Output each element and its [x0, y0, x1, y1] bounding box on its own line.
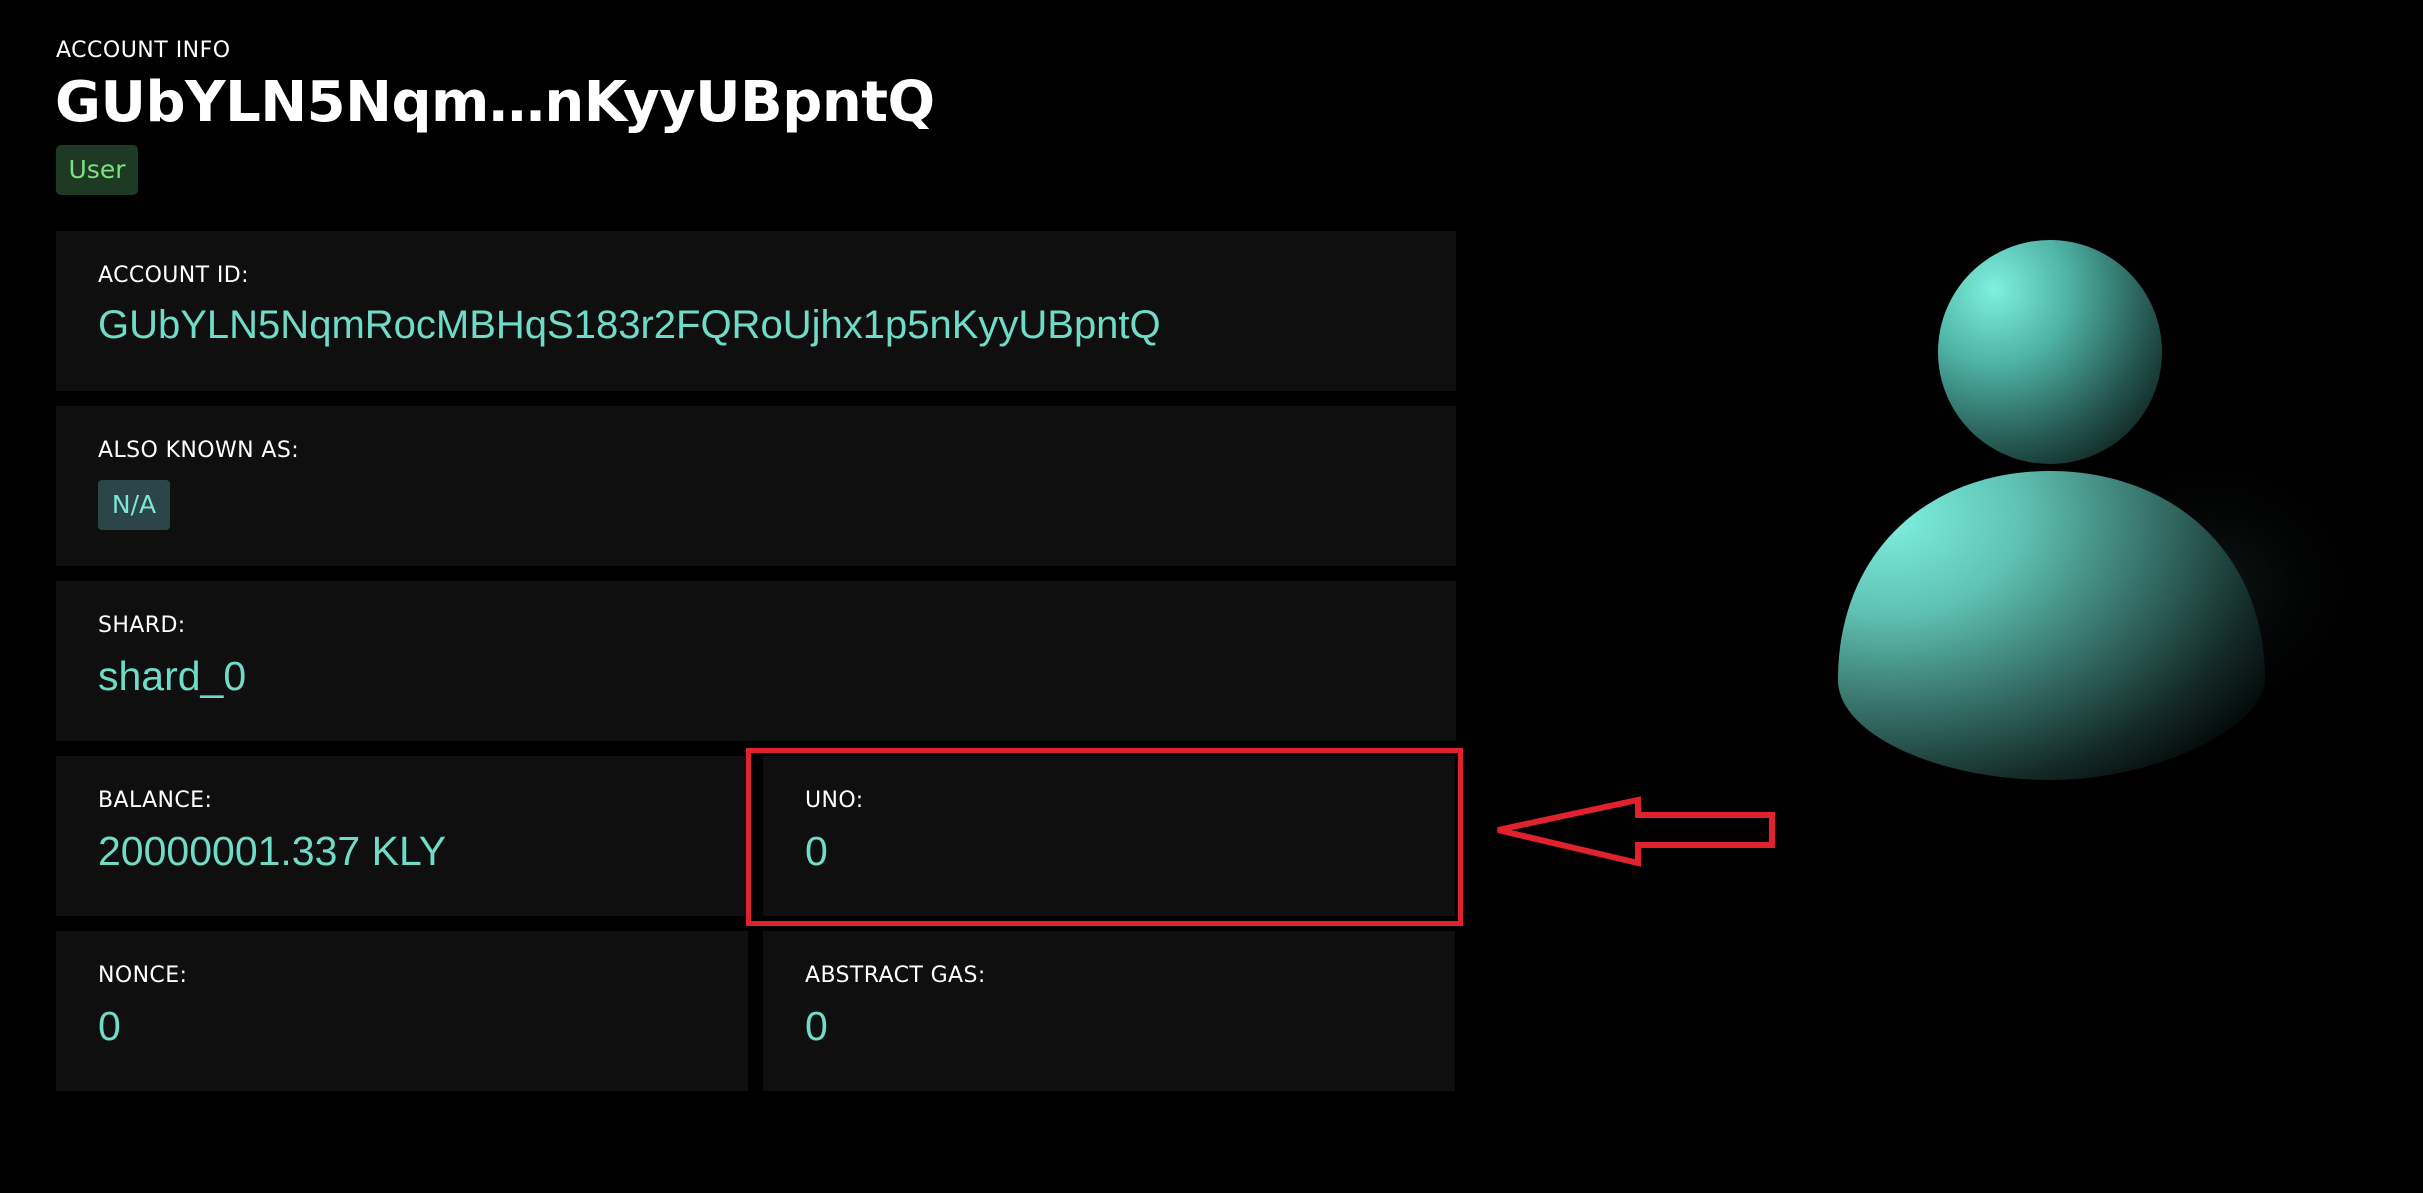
account-id-label: ACCOUNT ID: [98, 263, 249, 288]
shard-label: SHARD: [98, 613, 186, 638]
annotation-highlight-box [746, 748, 1463, 926]
abstract-gas-label: ABSTRACT GAS: [805, 963, 986, 988]
aka-card: ALSO KNOWN AS: N/A [56, 406, 1456, 566]
abstract-gas-card: ABSTRACT GAS: 0 [763, 931, 1455, 1091]
balance-card: BALANCE: 20000001.337 KLY [56, 756, 748, 916]
account-id-card: ACCOUNT ID: GUbYLN5NqmRocMBHqS183r2FQRoU… [56, 231, 1456, 391]
nonce-label: NONCE: [98, 963, 188, 988]
shard-card: SHARD: shard_0 [56, 581, 1456, 741]
aka-value-chip: N/A [98, 480, 170, 530]
aka-label: ALSO KNOWN AS: [98, 438, 300, 463]
shard-value: shard_0 [98, 653, 247, 699]
section-label: ACCOUNT INFO [56, 38, 231, 63]
abstract-gas-value: 0 [805, 1003, 828, 1049]
nonce-value: 0 [98, 1003, 121, 1049]
nonce-card: NONCE: 0 [56, 931, 748, 1091]
user-avatar-icon [1838, 240, 2380, 780]
balance-value: 20000001.337 KLY [98, 828, 447, 874]
role-badge: User [56, 145, 138, 195]
account-id-value[interactable]: GUbYLN5NqmRocMBHqS183r2FQRoUjhx1p5nKyyUB… [98, 303, 1161, 348]
left-arrow-icon [1497, 796, 1775, 867]
page-title: GUbYLN5Nqm…nKyyUBpntQ [55, 70, 935, 135]
balance-label: BALANCE: [98, 788, 213, 813]
